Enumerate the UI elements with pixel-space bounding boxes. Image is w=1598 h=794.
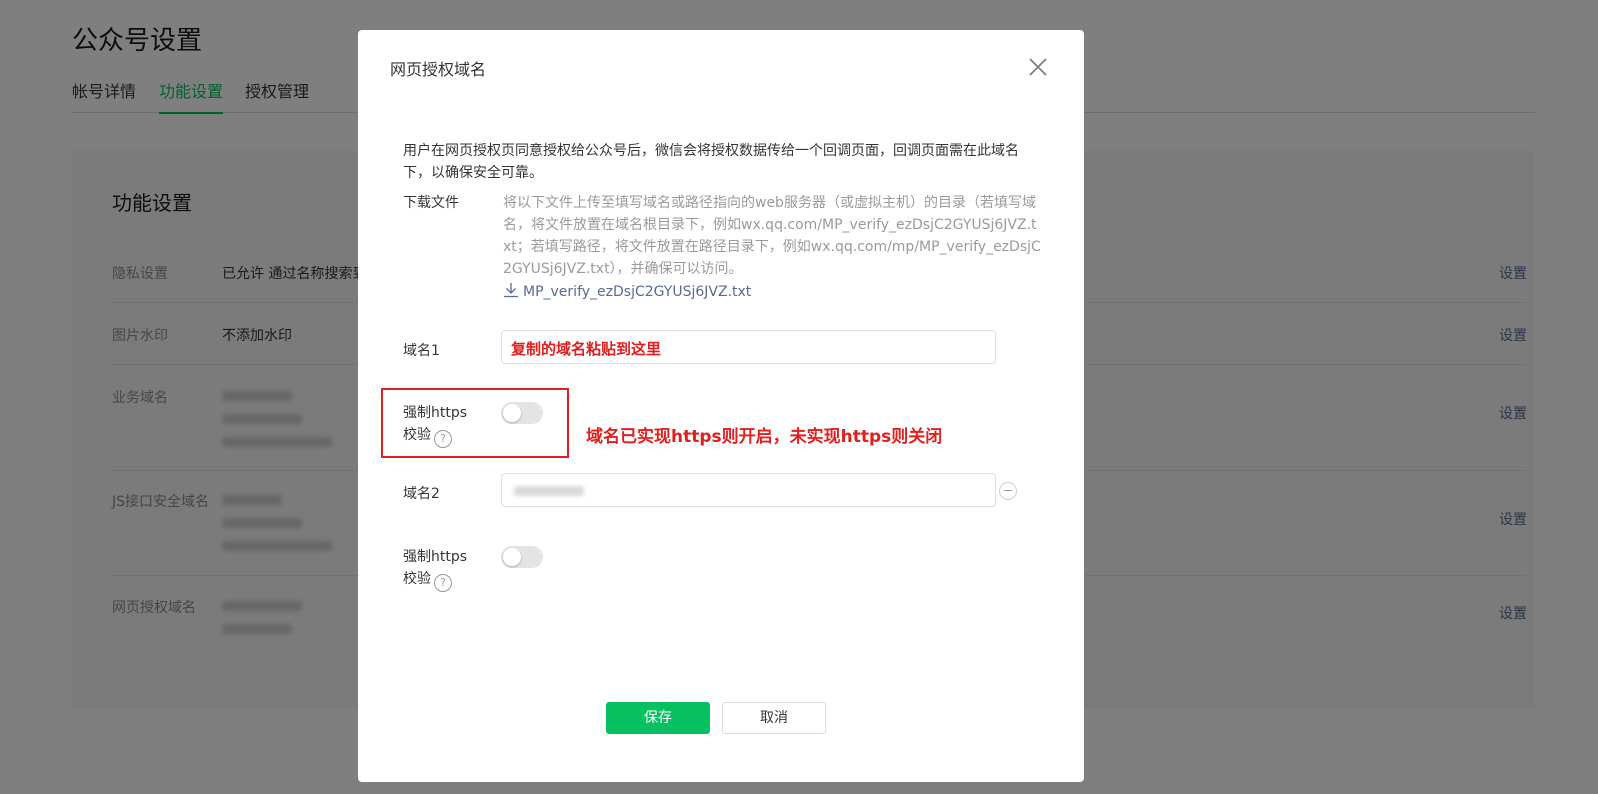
download-file-link[interactable]: MP_verify_ezDsjC2GYUSj6JVZ.txt [503, 282, 751, 300]
dialog-description: 用户在网页授权页同意授权给公众号后，微信会将授权数据传给一个回调页面，回调页面需… [403, 143, 1019, 181]
remove-icon[interactable] [999, 482, 1017, 500]
domain1-input[interactable]: 复制的域名粘贴到这里 [501, 330, 996, 364]
domain2-input[interactable] [501, 473, 996, 507]
oauth-domain-dialog: 网页授权域名 用户在网页授权页同意授权给公众号后，微信会将授权数据传给一个回调页… [358, 30, 1084, 782]
https-label-line1: 强制https [403, 405, 468, 421]
help-icon[interactable]: ? [434, 430, 452, 448]
help-icon[interactable]: ? [434, 574, 452, 592]
https-label-line2: 校验 [403, 571, 431, 587]
download-icon [504, 283, 518, 298]
domain2-label: 域名2 [403, 486, 440, 502]
annotation-text: 域名已实现https则开启，未实现https则关闭 [586, 427, 943, 447]
download-instructions: 将以下文件上传至填写域名或路径指向的web服务器（或虚拟主机）的目录（若填写域名… [503, 195, 1041, 277]
https-label-line1: 强制https [403, 549, 468, 565]
blurred-domain [514, 486, 584, 496]
cancel-button[interactable]: 取消 [722, 702, 826, 734]
download-file-name: MP_verify_ezDsjC2GYUSj6JVZ.txt [523, 284, 752, 300]
https2-toggle[interactable] [501, 546, 543, 568]
close-icon[interactable] [1025, 54, 1051, 80]
download-file-label: 下载文件 [403, 195, 459, 211]
https-label-line2: 校验 [403, 427, 431, 443]
https1-toggle[interactable] [501, 402, 543, 424]
save-button[interactable]: 保存 [606, 702, 710, 734]
domain1-value: 复制的域名粘贴到这里 [511, 340, 662, 358]
https1-label: 强制https 校验? [403, 402, 467, 448]
https2-label: 强制https 校验? [403, 546, 467, 592]
domain1-label: 域名1 [403, 343, 440, 359]
dialog-title: 网页授权域名 [390, 60, 487, 79]
